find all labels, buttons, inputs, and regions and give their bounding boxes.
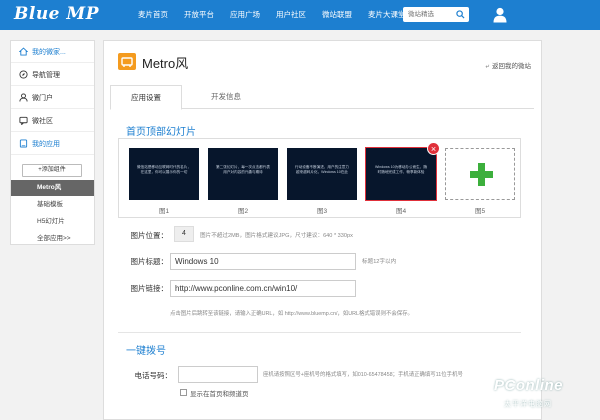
pic-title-hint: 标题12字以内 [362,259,397,265]
sidebar-sub-item-h5-slides[interactable]: H5幻灯片 [11,214,94,230]
sidebar-sub-item-all-apps[interactable]: 全部应用>> [11,231,94,247]
sidebar-sub-item-basic-template[interactable]: 基础模板 [11,197,94,213]
call-section-title: 一键拨号 [126,346,166,357]
watermark-logo-text: PConline [494,377,564,394]
pic-position-hint: 图片不超过2MB，图片格式建议JPG，尺寸建议：640 * 330px [200,233,353,239]
plus-icon-vertical [478,163,485,186]
pic-link-input[interactable] [170,280,356,297]
back-link-label: 返回我的微站 [492,63,531,70]
pconline-watermark: PConline 太平洋电脑网 [490,370,600,420]
sidebar-item-label: 我的应用 [32,140,60,148]
pic-position-label: 图片位置： [130,231,169,240]
nav-item-home[interactable]: 麦片首页 [130,0,176,30]
slides-section-title: 首页顶部幻灯片 [126,127,196,138]
logo[interactable]: Blue MP [14,4,99,24]
slide-text: Windows 10为移动办公而生，随时随地完成工作，畅享新体验 [375,165,427,175]
slide-thumbnail-3[interactable]: 行动设备不断演进，用户的注意力越来越碎片化，Windows 10在此 [287,148,357,200]
pic-position-value[interactable]: 4 [174,226,194,242]
nav-item-open-platform[interactable]: 开放平台 [176,0,222,30]
slide-label-5: 图5 [474,208,486,215]
pic-link-label: 图片链接： [130,284,169,293]
slide-text: 第二张幻灯片，每一次点击都代表用户对内容的兴趣与期待 [216,165,270,175]
main-nav: 麦片首页 开放平台 应用广场 用户社区 微站联盟 麦片大课堂 [130,0,414,30]
slide-text: 微信站是移动互联网时代的名片，在这里，你可以展示你的一切 [137,165,191,175]
nav-item-community[interactable]: 用户社区 [268,0,314,30]
forum-icon [19,116,28,125]
slide-label-1: 图1 [158,208,170,215]
sidebar-item-community[interactable]: 微社区 [11,110,94,132]
slide-label-3: 图3 [316,208,328,215]
main-panel: Metro风 ⤶ 返回我的微站 应用设置 开发信息 首页顶部幻灯片 微信站是移动互… [103,40,542,420]
back-arrow-icon: ⤶ [485,63,489,70]
sidebar-item-nav-manage[interactable]: 导航管理 [11,64,94,86]
metro-app-icon [118,53,136,70]
tab-bar: 应用设置 开发信息 [110,85,534,110]
nav-item-app-square[interactable]: 应用广场 [222,0,268,30]
watermark-subtitle: 太平洋电脑网 [504,401,552,408]
tab-app-settings[interactable]: 应用设置 [110,85,182,110]
top-nav-bar: Blue MP 麦片首页 开放平台 应用广场 用户社区 微站联盟 麦片大课堂 [0,0,600,30]
slide-thumbnail-1[interactable]: 微信站是移动互联网时代的名片，在这里，你可以展示你的一切 [129,148,199,200]
show-on-home-checkbox[interactable] [180,389,187,396]
sidebar-item-my-site[interactable]: 我的微家... [11,41,94,63]
pic-title-input[interactable] [170,253,356,270]
back-to-site-link[interactable]: ⤶ 返回我的微站 [485,60,531,71]
pic-link-hint: 点击图片后跳转至该链接，请输入正确URL，如 http://www.bluemp… [170,311,413,317]
add-slide-button[interactable] [445,148,515,200]
show-on-home-label: 显示在首页和频道页 [190,391,249,398]
home-icon [19,47,28,56]
sidebar-item-label: 导航管理 [32,71,60,79]
page-title: Metro风 [142,56,189,71]
nav-item-alliance[interactable]: 微站联盟 [314,0,360,30]
slide-thumbnail-4[interactable]: Windows 10为移动办公而生，随时随地完成工作，畅享新体验 [365,147,437,201]
tab-dev-info[interactable]: 开发信息 [190,85,262,109]
sidebar-item-my-apps[interactable]: 我的应用 [11,133,94,155]
search-input[interactable] [403,7,453,22]
sidebar: 我的微家... 导航管理 微门户 微社区 我的应用 +添加组件 Metro风 基… [10,40,95,245]
sidebar-sub-item-metro[interactable]: Metro风 [11,180,94,196]
slide-label-2: 图2 [237,208,249,215]
slide-thumbnail-2[interactable]: 第二张幻灯片，每一次点击都代表用户对内容的兴趣与期待 [208,148,278,200]
add-component-button[interactable]: +添加组件 [22,164,82,177]
sidebar-item-label: 我的微家... [32,48,66,56]
sidebar-item-label: 微社区 [32,117,53,125]
phone-hint: 座机请按照区号+座机号的格式填写，如010-65478458；手机请正确填写11… [263,372,463,378]
phone-label: 电话号码： [134,371,173,380]
user-icon [19,93,28,102]
sidebar-item-portal[interactable]: 微门户 [11,87,94,109]
phone-input[interactable] [178,366,258,383]
user-avatar-icon[interactable] [493,7,507,23]
slide-label-4: 图4 [395,208,407,215]
close-icon[interactable]: × [427,142,440,155]
search-icon[interactable] [456,10,465,19]
app-icon [19,139,28,148]
pic-title-label: 图片标题： [130,257,169,266]
sidebar-item-label: 微门户 [32,94,53,102]
slide-text: 行动设备不断演进，用户的注意力越来越碎片化，Windows 10在此 [295,165,349,175]
section-divider [118,332,521,333]
compass-icon [19,70,28,79]
slides-container: 微信站是移动互联网时代的名片，在这里，你可以展示你的一切 图1 第二张幻灯片，每… [118,138,521,218]
top-search [403,7,469,22]
